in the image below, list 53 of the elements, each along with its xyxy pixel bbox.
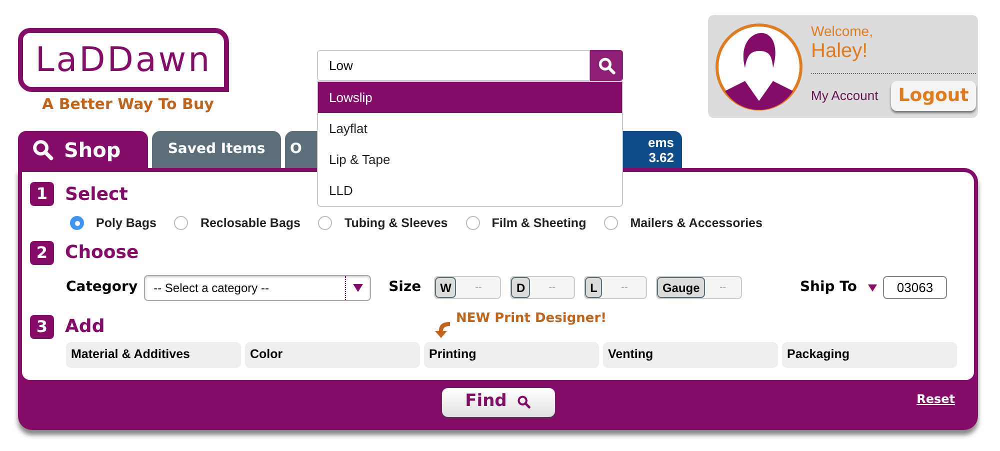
search-field[interactable]: Low [317,50,590,81]
radio-label: Mailers & Accessories [630,215,762,232]
radio-label: Tubing & Sleeves [344,215,448,232]
step-title: Select [65,182,128,206]
my-account-link[interactable]: My Account [811,86,878,106]
logo[interactable]: LaDDawn [18,28,229,92]
user-name: Haley! [811,38,869,62]
suggestion-item[interactable]: Lowslip [318,82,622,113]
radio-button[interactable] [318,216,332,230]
radio-button[interactable] [174,216,188,230]
avatar-icon [715,22,803,110]
radio-label: Poly Bags [96,215,156,232]
suggestion-item[interactable]: Layflat [318,113,622,144]
tagline: A Better Way To Buy [42,94,214,115]
step-title: Add [65,315,105,340]
radio-button[interactable] [466,216,480,230]
size-field[interactable]: Gauge -- [656,276,742,300]
ship-to-label: Ship To [800,278,857,298]
step-title: Choose [65,241,139,266]
option-tab[interactable]: Venting [603,342,778,368]
size-field[interactable]: D -- [510,276,576,300]
category-label: Category [66,278,138,298]
search-icon [32,138,54,160]
welcome-text: Welcome, [811,22,874,38]
zip-code-field[interactable]: 03063 [883,276,947,300]
radio-button[interactable] [604,216,618,230]
size-label: Size [388,278,422,298]
size-field[interactable]: W -- [434,276,502,300]
radio-label: Reclosable Bags [200,215,300,232]
dropdown-arrow-icon [868,284,877,292]
step-number: 1 [30,182,54,206]
search-button[interactable] [590,50,623,81]
find-button[interactable]: Find [442,388,554,416]
step-number: 2 [30,240,54,265]
promo-text: NEW Print Designer! [456,310,607,328]
option-tab[interactable]: Color [245,342,420,368]
suggestion-item[interactable]: LLD [318,175,622,206]
search-icon [516,395,531,409]
search-icon [598,56,616,74]
dropdown-arrow-icon [352,284,363,292]
radio-label: Film & Sheeting [492,215,586,232]
radio-button[interactable] [70,216,84,230]
step-number: 3 [30,314,54,339]
option-tab[interactable]: Printing [424,342,599,368]
category-select[interactable]: -- Select a category -- [144,274,371,301]
size-field[interactable]: L -- [584,276,648,300]
reset-link[interactable]: Reset [916,390,955,408]
shop-tab[interactable]: Shop [18,131,148,168]
tab[interactable]: O [285,131,318,168]
tab[interactable]: Saved Items [152,131,281,168]
option-tab[interactable]: Packaging [782,342,957,368]
option-tab[interactable]: Material & Additives [66,342,241,368]
suggestion-item[interactable]: Lip & Tape [318,144,622,175]
